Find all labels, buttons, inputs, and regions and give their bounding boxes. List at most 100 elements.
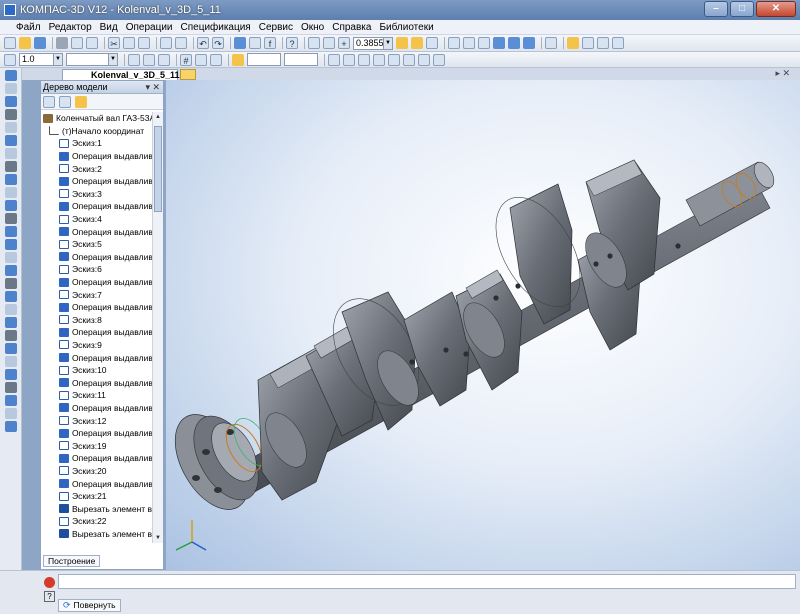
- snap-icon[interactable]: [567, 37, 579, 49]
- hidden-lines-icon[interactable]: [463, 37, 475, 49]
- tree-item[interactable]: Эскиз:21: [41, 490, 152, 503]
- tree-item[interactable]: (т)Начало координат: [41, 125, 152, 138]
- tree-item[interactable]: Операция выдавливания: [41, 301, 152, 314]
- tree-item[interactable]: Эскиз:11: [41, 389, 152, 402]
- menu-operations[interactable]: Операции: [126, 22, 173, 33]
- print-setup-icon[interactable]: [86, 37, 98, 49]
- variables-icon[interactable]: f: [264, 37, 276, 49]
- menu-libraries[interactable]: Библиотеки: [379, 22, 433, 33]
- tree-item[interactable]: Коленчатый вал ГАЗ-53А: [41, 112, 152, 125]
- rotate-icon[interactable]: [411, 37, 423, 49]
- select-tool-icon[interactable]: [5, 148, 17, 159]
- chevron-down-icon[interactable]: ▼: [108, 54, 117, 65]
- pan-icon[interactable]: [396, 37, 408, 49]
- tree-item[interactable]: Эскиз:7: [41, 288, 152, 301]
- tree-item[interactable]: Операция выдавливания: [41, 452, 152, 465]
- minimize-button[interactable]: –: [704, 1, 728, 17]
- shaded-edges-icon[interactable]: [508, 37, 520, 49]
- zoom-window-icon[interactable]: [308, 37, 320, 49]
- edit-tool-icon[interactable]: [5, 109, 17, 120]
- spec-tool-icon[interactable]: [5, 161, 17, 172]
- array-tool-icon[interactable]: [5, 343, 17, 354]
- copy-icon[interactable]: [123, 37, 135, 49]
- redo-icon[interactable]: ↷: [212, 37, 224, 49]
- x-coord-field[interactable]: [247, 53, 281, 66]
- scroll-thumb[interactable]: [154, 126, 162, 212]
- tree-item[interactable]: Вырезать элемент выдавливания: [41, 502, 152, 515]
- view-front-icon[interactable]: [328, 53, 340, 66]
- layers-icon[interactable]: [128, 53, 140, 66]
- tree-item[interactable]: Операция выдавливания: [41, 175, 152, 188]
- kinematic-tool-icon[interactable]: [5, 252, 17, 263]
- zoom-in-icon[interactable]: +: [338, 37, 350, 49]
- editing-details-icon[interactable]: [5, 213, 17, 224]
- tree-item[interactable]: Эскиз:12: [41, 414, 152, 427]
- tree-item[interactable]: Эскиз:4: [41, 213, 152, 226]
- tree-item[interactable]: Операция выдавливания: [41, 200, 152, 213]
- rib-tool-icon[interactable]: [5, 317, 17, 328]
- hole-tool-icon[interactable]: [5, 304, 17, 315]
- tab-construction[interactable]: Построение: [43, 555, 101, 567]
- tree-item[interactable]: Эскиз:8: [41, 314, 152, 327]
- help-icon[interactable]: ?: [44, 591, 55, 602]
- tree-structure-icon[interactable]: [59, 95, 71, 108]
- measure-tool-icon[interactable]: [5, 135, 17, 146]
- mirror-tool-icon[interactable]: [5, 356, 17, 367]
- tree-item[interactable]: Операция выдавливания: [41, 225, 152, 238]
- view-back-icon[interactable]: [388, 53, 400, 66]
- filter-icon[interactable]: [545, 37, 557, 49]
- diagnostics-icon[interactable]: [5, 395, 17, 406]
- tree-item[interactable]: Операция выдавливания: [41, 427, 152, 440]
- chevron-down-icon[interactable]: ▼: [383, 37, 392, 49]
- view-custom-icon[interactable]: [433, 53, 445, 66]
- stop-icon[interactable]: [44, 577, 55, 588]
- menu-specification[interactable]: Спецификация: [181, 22, 251, 33]
- sheet-metal-tool-icon[interactable]: [5, 200, 17, 211]
- tree-scrollbar[interactable]: ▲ ▼: [152, 112, 163, 543]
- properties-icon[interactable]: [160, 37, 172, 49]
- perspective-icon[interactable]: [523, 37, 535, 49]
- rotate-button[interactable]: ⟳ Повернуть: [58, 599, 121, 612]
- wireframe-icon[interactable]: [448, 37, 460, 49]
- notation-tool-icon[interactable]: [5, 96, 17, 107]
- thin-lines-icon[interactable]: [478, 37, 490, 49]
- orientation-icon[interactable]: [426, 37, 438, 49]
- measure-icon[interactable]: [597, 37, 609, 49]
- tree-item[interactable]: Операция выдавливания: [41, 150, 152, 163]
- color-icon[interactable]: [158, 53, 170, 66]
- reports-tool-icon[interactable]: [5, 174, 17, 185]
- extrude-tool-icon[interactable]: [5, 226, 17, 237]
- save-icon[interactable]: [34, 37, 46, 49]
- view-bottom-icon[interactable]: [403, 53, 415, 66]
- tree-item[interactable]: Эскиз:2: [41, 162, 152, 175]
- view-iso-icon[interactable]: [373, 53, 385, 66]
- scale-combo[interactable]: 1.0 ▼: [19, 53, 63, 66]
- tree-item[interactable]: Эскиз:10: [41, 364, 152, 377]
- tree-item[interactable]: Операция выдавливания: [41, 376, 152, 389]
- manager-icon[interactable]: [234, 37, 246, 49]
- y-coord-field[interactable]: [284, 53, 318, 66]
- snaps-icon[interactable]: [210, 53, 222, 66]
- view-right-icon[interactable]: [418, 53, 430, 66]
- loft-tool-icon[interactable]: [5, 265, 17, 276]
- tree-item[interactable]: Эскиз:1: [41, 137, 152, 150]
- aux-geometry-icon[interactable]: [5, 382, 17, 393]
- insert-tool-icon[interactable]: [5, 187, 17, 198]
- tree-item[interactable]: Эскиз:22: [41, 515, 152, 528]
- parametrize-tool-icon[interactable]: [5, 122, 17, 133]
- sketch-tool-icon[interactable]: [5, 421, 17, 432]
- spec-3d-icon[interactable]: [5, 408, 17, 419]
- geometry-tool-icon[interactable]: [5, 70, 17, 81]
- tree-item[interactable]: Операция выдавливания: [41, 326, 152, 339]
- grid-icon[interactable]: [582, 37, 594, 49]
- new-tab-button[interactable]: [180, 69, 196, 80]
- snap-settings-icon[interactable]: [232, 53, 244, 66]
- section-icon[interactable]: [612, 37, 624, 49]
- tree-item[interactable]: Эскиз:19: [41, 439, 152, 452]
- model-viewport[interactable]: [166, 80, 800, 570]
- menu-file[interactable]: Файл: [16, 22, 41, 33]
- local-cs-icon[interactable]: [4, 53, 16, 66]
- zoom-combo[interactable]: 0.3855 ▼: [353, 36, 393, 50]
- scroll-down-icon[interactable]: ▼: [153, 533, 163, 543]
- print-icon[interactable]: [56, 37, 68, 49]
